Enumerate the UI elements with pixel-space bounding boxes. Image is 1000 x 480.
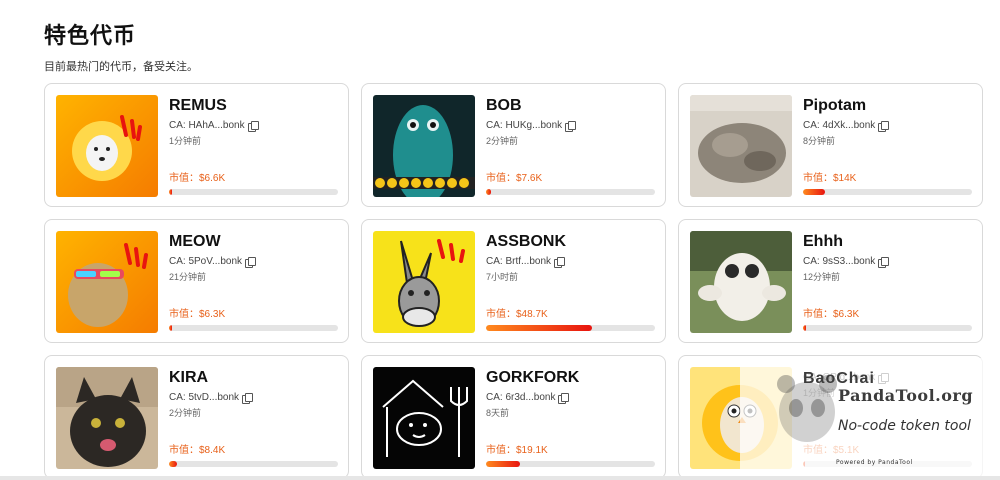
progress-fill: [486, 189, 492, 195]
market-cap: 市值：$6.3K: [803, 309, 860, 320]
token-image: [373, 231, 475, 333]
created-time: 2分钟前: [486, 136, 519, 146]
progress-bar: [169, 461, 338, 467]
token-name: KIRA: [169, 369, 209, 386]
copy-icon[interactable]: [878, 256, 890, 268]
token-image: [56, 95, 158, 197]
contract-address: CA: 5PoV...bonk: [169, 255, 339, 268]
token-image: [373, 95, 475, 197]
progress-fill: [803, 189, 825, 195]
created-time: 12分钟前: [803, 272, 841, 282]
contract-address-text: CA: 4dXk...bonk: [803, 120, 876, 131]
progress-bar: [803, 325, 972, 331]
contract-address-text: CA: 9sS3...bonk: [803, 256, 876, 267]
contract-address-text: CA: HAhA...bonk: [169, 120, 245, 131]
progress-fill: [169, 461, 177, 467]
progress-bar: [486, 189, 655, 195]
market-cap: 市值：$5.1K: [803, 445, 860, 456]
contract-address-text: CA: 5tvD...bonk: [169, 392, 240, 403]
contract-address: CA: HAhA...bonk: [169, 119, 339, 132]
section-subtitle: 目前最热门的代币，备受关注。: [44, 61, 198, 73]
created-time: 2分钟前: [169, 408, 202, 418]
token-card[interactable]: MEOW CA: 5PoV...bonk 21分钟前 市值：$6.3K: [44, 219, 349, 343]
token-card[interactable]: Pipotam CA: 4dXk...bonk 8分钟前 市值：$14K: [678, 83, 983, 207]
market-cap: 市值：$8.4K: [169, 445, 226, 456]
progress-fill: [486, 461, 520, 467]
created-time: 1分钟前: [803, 388, 836, 398]
token-name: Ehhh: [803, 233, 843, 250]
contract-address: CA: 5tvD...bonk: [169, 391, 339, 404]
token-name: ASSBONK: [486, 233, 567, 250]
created-time: 21分钟前: [169, 272, 207, 282]
market-cap: 市值：$48.7K: [486, 309, 548, 320]
contract-address: CA: GPtq...bonk: [803, 371, 973, 384]
contract-address-text: CA: 5PoV...bonk: [169, 256, 243, 267]
token-image: [56, 231, 158, 333]
progress-fill: [803, 325, 806, 331]
copy-icon[interactable]: [247, 120, 259, 132]
progress-fill: [169, 189, 173, 195]
token-card[interactable]: BOB CA: HUKg...bonk 2分钟前 市值：$7.6K: [361, 83, 666, 207]
progress-bar: [169, 325, 338, 331]
token-name: GORKFORK: [486, 369, 580, 386]
copy-icon[interactable]: [558, 392, 570, 404]
contract-address-text: CA: HUKg...bonk: [486, 120, 563, 131]
token-image: [56, 367, 158, 469]
copy-icon[interactable]: [245, 256, 257, 268]
token-name: REMUS: [169, 97, 227, 114]
contract-address-text: CA: GPtq...bonk: [803, 372, 876, 383]
copy-icon[interactable]: [878, 120, 890, 132]
created-time: 8分钟前: [803, 136, 836, 146]
contract-address-text: CA: Brtf...bonk: [486, 256, 552, 267]
page-bottom-divider: [0, 476, 1000, 480]
token-card[interactable]: KIRA CA: 5tvD...bonk 2分钟前 市值：$8.4K: [44, 355, 349, 479]
contract-address: CA: Brtf...bonk: [486, 255, 656, 268]
progress-fill: [803, 461, 805, 467]
section-header: 特色代币 目前最热门的代币，备受关注。: [44, 18, 198, 74]
market-cap: 市值：$14K: [803, 173, 857, 184]
created-time: 1分钟前: [169, 136, 202, 146]
market-cap: 市值：$19.1K: [486, 445, 548, 456]
market-cap: 市值：$6.6K: [169, 173, 226, 184]
contract-address: CA: 9sS3...bonk: [803, 255, 973, 268]
token-name: BOB: [486, 97, 522, 114]
progress-bar: [486, 325, 655, 331]
progress-fill: [169, 325, 172, 331]
contract-address-text: CA: 6r3d...bonk: [486, 392, 556, 403]
copy-icon[interactable]: [565, 120, 577, 132]
created-time: 7小时前: [486, 272, 519, 282]
contract-address: CA: HUKg...bonk: [486, 119, 656, 132]
copy-icon[interactable]: [554, 256, 566, 268]
contract-address: CA: 6r3d...bonk: [486, 391, 656, 404]
created-time: 8天前: [486, 408, 510, 418]
contract-address: CA: 4dXk...bonk: [803, 119, 973, 132]
token-image: [373, 367, 475, 469]
progress-bar: [169, 189, 338, 195]
token-name: Pipotam: [803, 97, 867, 114]
progress-bar: [803, 189, 972, 195]
market-cap: 市值：$6.3K: [169, 309, 226, 320]
token-card[interactable]: Ehhh CA: 9sS3...bonk 12分钟前 市值：$6.3K: [678, 219, 983, 343]
token-image: [690, 95, 792, 197]
token-name: MEOW: [169, 233, 221, 250]
token-card[interactable]: REMUS CA: HAhA...bonk 1分钟前 市值：$6.6K: [44, 83, 349, 207]
token-card[interactable]: CA: GPtq...bonk 1分钟前 市值：$5.1K: [678, 355, 983, 479]
section-title: 特色代币: [44, 23, 137, 48]
token-image: [690, 367, 792, 469]
token-card[interactable]: ASSBONK CA: Brtf...bonk 7小时前 市值：$48.7K: [361, 219, 666, 343]
copy-icon[interactable]: [242, 392, 254, 404]
market-cap: 市值：$7.6K: [486, 173, 543, 184]
token-card[interactable]: GORKFORK CA: 6r3d...bonk 8天前 市值：$19.1K: [361, 355, 666, 479]
progress-fill: [486, 325, 593, 331]
progress-bar: [486, 461, 655, 467]
copy-icon[interactable]: [878, 372, 890, 384]
progress-bar: [803, 461, 972, 467]
token-image: [690, 231, 792, 333]
